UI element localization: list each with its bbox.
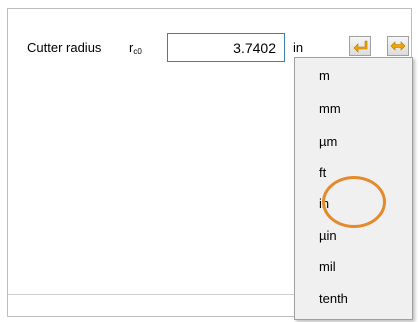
- unit-dropdown: m mm µm ft in µin mil tenth: [294, 57, 413, 320]
- double-arrow-button[interactable]: [387, 36, 409, 56]
- unit-option-um[interactable]: µm: [319, 134, 337, 149]
- divider: [8, 294, 308, 295]
- unit-option-tenth[interactable]: tenth: [319, 291, 348, 306]
- unit-option-ft[interactable]: ft: [319, 165, 326, 180]
- symbol-subscript: c0: [133, 47, 142, 56]
- unit-selector[interactable]: in: [293, 40, 303, 55]
- unit-dialog: Cutter radius rc0 in m mm µm ft in µin m…: [0, 0, 420, 322]
- arrow-left-icon: [353, 40, 368, 53]
- arrow-left-button[interactable]: [349, 36, 371, 56]
- unit-option-in[interactable]: in: [319, 196, 329, 211]
- cutter-radius-symbol: rc0: [129, 40, 142, 56]
- cutter-radius-input[interactable]: [167, 33, 285, 62]
- unit-option-uin[interactable]: µin: [319, 228, 337, 243]
- cutter-radius-label: Cutter radius: [27, 40, 102, 55]
- unit-option-mil[interactable]: mil: [319, 259, 336, 274]
- unit-option-m[interactable]: m: [319, 68, 330, 83]
- double-arrow-icon: [390, 41, 406, 51]
- unit-option-mm[interactable]: mm: [319, 101, 341, 116]
